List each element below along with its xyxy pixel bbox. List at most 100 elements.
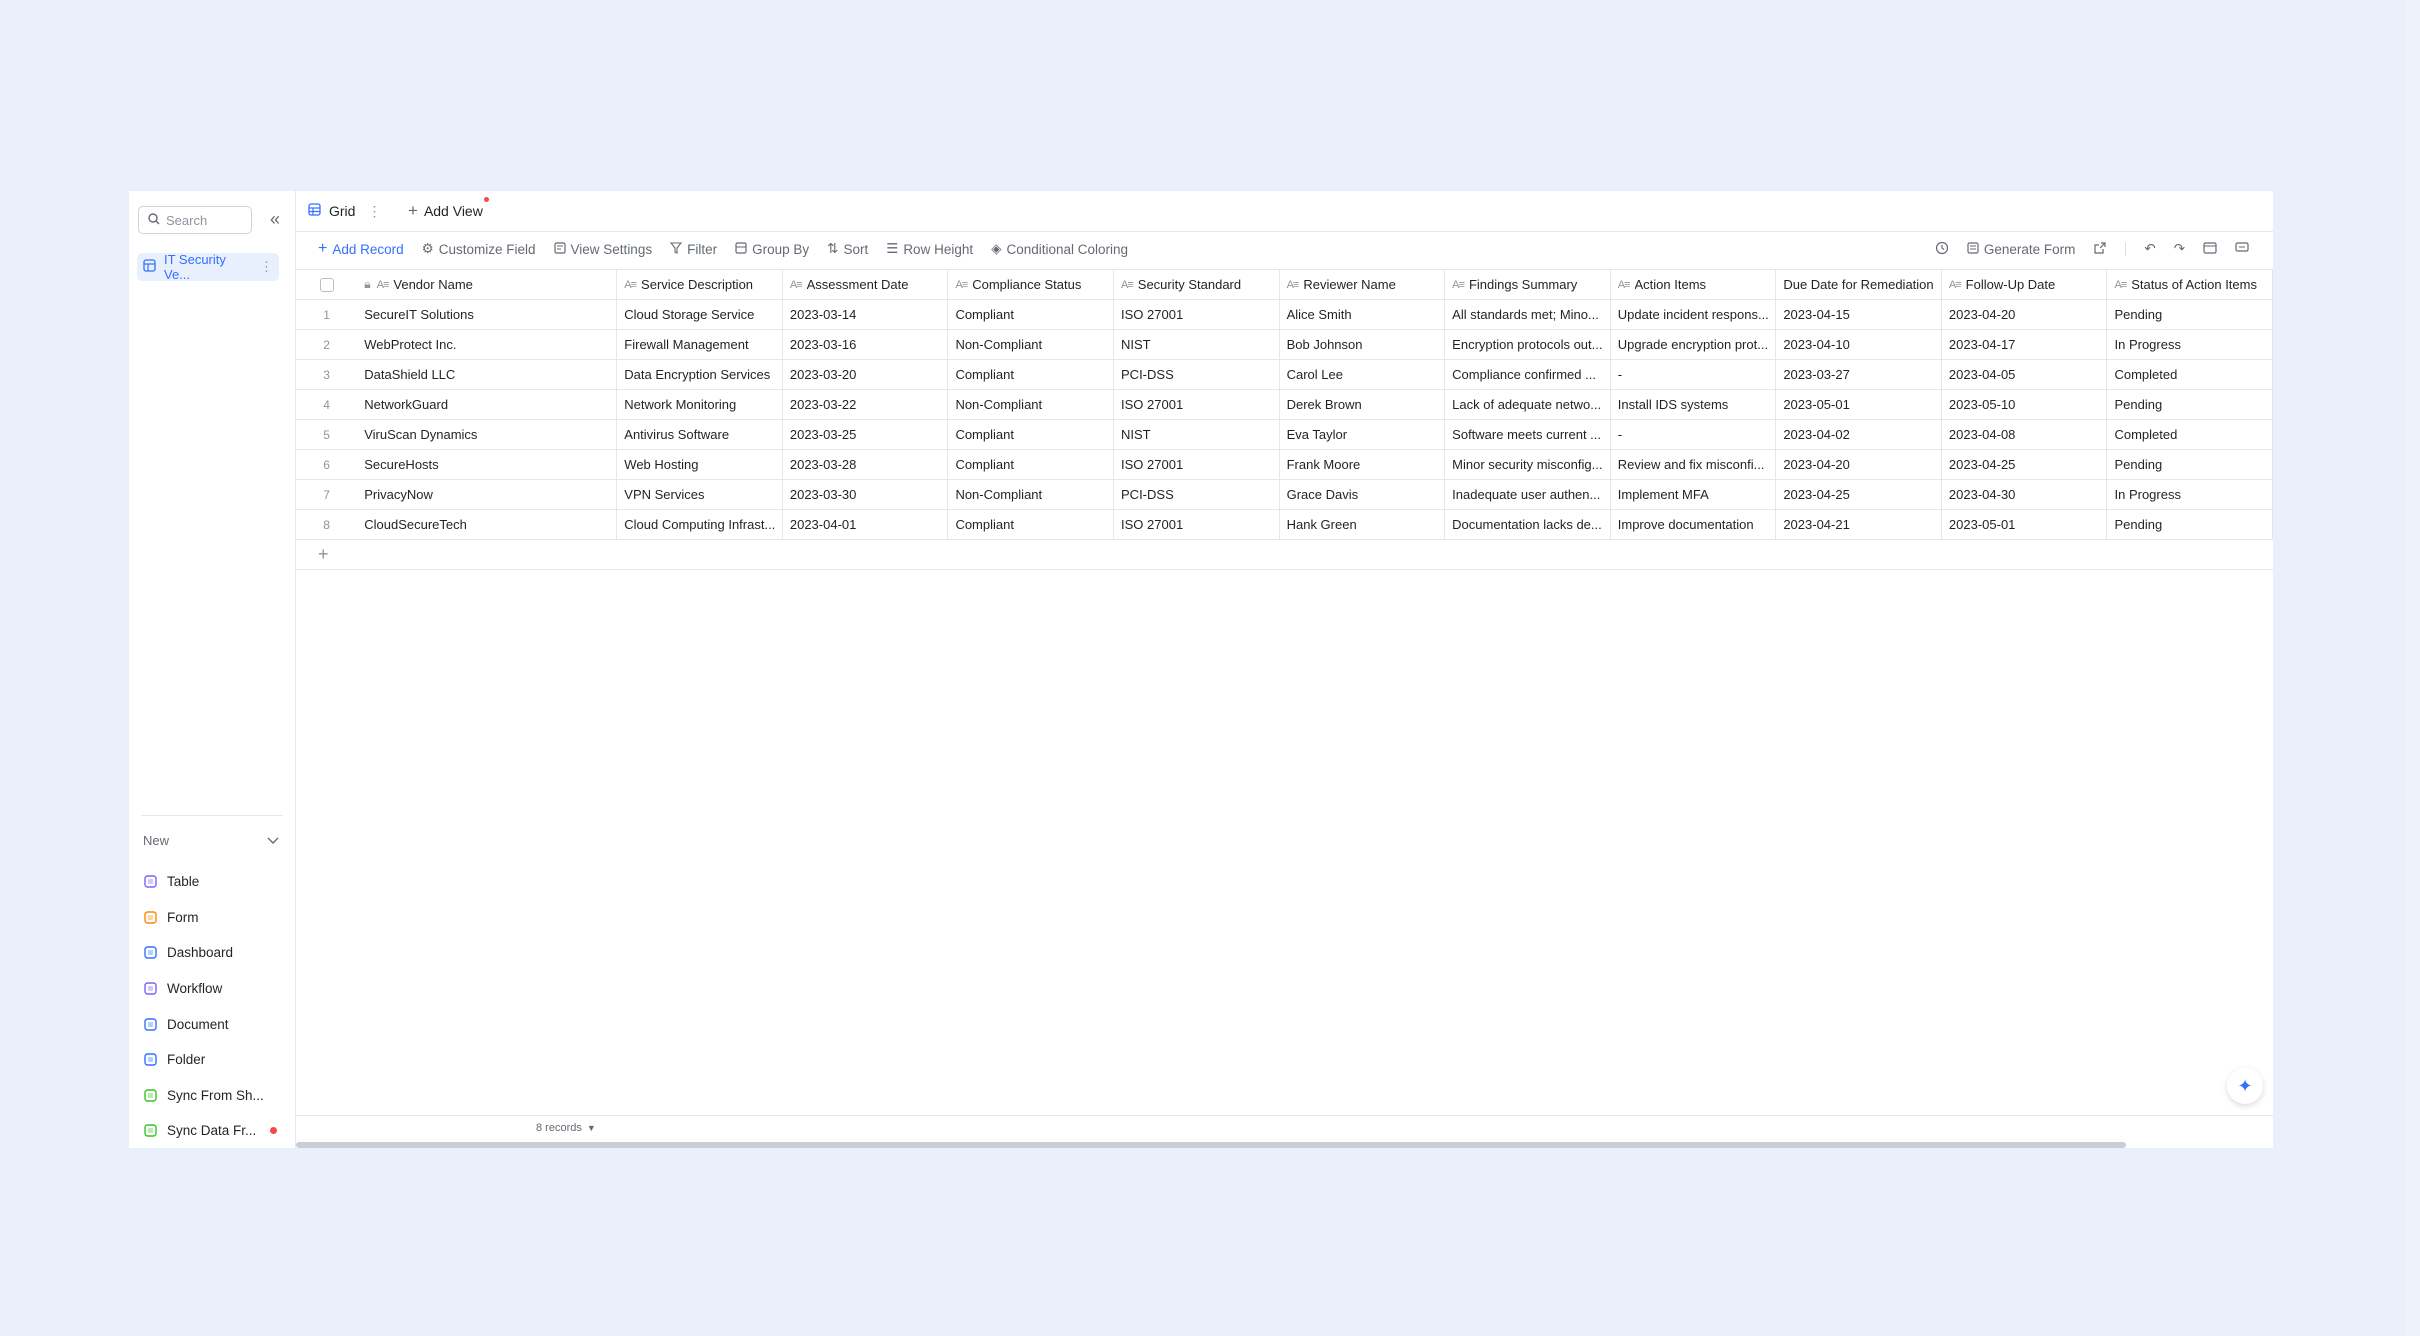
table-cell[interactable]: Completed xyxy=(2107,360,2273,389)
new-item-document[interactable]: Document xyxy=(143,1006,283,1042)
table-cell[interactable]: Non-Compliant xyxy=(948,390,1115,419)
table-cell[interactable]: 2023-04-10 xyxy=(1776,330,1942,359)
column-header[interactable]: A≡ Compliance Status xyxy=(948,270,1115,299)
table-cell[interactable]: Frank Moore xyxy=(1280,450,1446,479)
table-cell[interactable]: 2023-03-27 xyxy=(1776,360,1942,389)
column-header[interactable]: A≡ Security Standard xyxy=(1114,270,1280,299)
column-header[interactable]: Due Date for Remediation xyxy=(1776,270,1942,299)
table-cell[interactable]: SecureIT Solutions xyxy=(357,300,618,329)
column-header[interactable]: A≡ Status of Action Items xyxy=(2107,270,2273,299)
table-row[interactable]: 7 PrivacyNow VPN Services 2023-03-30 Non-Com… xyxy=(296,480,2273,510)
row-height-button[interactable]: ☰ Row Height xyxy=(886,241,973,257)
select-all-cell[interactable] xyxy=(296,270,357,299)
view-settings-button[interactable]: View Settings xyxy=(553,242,652,257)
table-cell[interactable]: Network Monitoring xyxy=(617,390,783,419)
table-cell[interactable]: In Progress xyxy=(2107,480,2273,509)
table-cell[interactable]: NetworkGuard xyxy=(357,390,618,419)
sidebar-item-it-security-table[interactable]: IT Security Ve... ⋮ xyxy=(137,252,279,282)
table-cell[interactable]: 2023-04-25 xyxy=(1776,480,1942,509)
fields-panel-icon[interactable] xyxy=(2203,241,2217,257)
table-cell[interactable]: ISO 27001 xyxy=(1114,300,1280,329)
table-cell[interactable]: Lack of adequate netwo... xyxy=(1445,390,1611,419)
table-cell[interactable]: Software meets current ... xyxy=(1445,420,1611,449)
ai-assistant-button[interactable]: ✦ xyxy=(2227,1068,2263,1104)
conditional-coloring-button[interactable]: ◈ Conditional Coloring xyxy=(991,241,1128,257)
table-cell[interactable]: Update incident respons... xyxy=(1611,300,1777,329)
table-cell[interactable]: Web Hosting xyxy=(617,450,783,479)
table-cell[interactable]: 2023-03-30 xyxy=(783,480,949,509)
add-row-button[interactable]: + xyxy=(296,540,2273,570)
table-cell[interactable]: ISO 27001 xyxy=(1114,450,1280,479)
table-cell[interactable]: Eva Taylor xyxy=(1280,420,1446,449)
table-cell[interactable]: Pending xyxy=(2107,450,2273,479)
table-cell[interactable]: 2023-04-17 xyxy=(1942,330,2108,359)
table-cell[interactable]: Encryption protocols out... xyxy=(1445,330,1611,359)
table-row[interactable]: 4 NetworkGuard Network Monitoring 2023-03-2… xyxy=(296,390,2273,420)
new-section-toggle[interactable]: New xyxy=(143,828,279,852)
table-cell[interactable]: In Progress xyxy=(2107,330,2273,359)
table-cell[interactable]: SecureHosts xyxy=(357,450,618,479)
table-cell[interactable]: 2023-03-16 xyxy=(783,330,949,359)
table-cell[interactable]: 2023-04-20 xyxy=(1942,300,2108,329)
records-count[interactable]: 8 records ▼ xyxy=(536,1122,596,1134)
generate-form-button[interactable]: Generate Form xyxy=(1967,242,2075,257)
new-item-folder[interactable]: Folder xyxy=(143,1042,283,1078)
column-header[interactable]: A≡ Action Items xyxy=(1611,270,1777,299)
table-cell[interactable]: Documentation lacks de... xyxy=(1445,510,1611,539)
new-item-workflow[interactable]: Workflow xyxy=(143,971,283,1007)
table-cell[interactable]: - xyxy=(1611,360,1777,389)
table-cell[interactable]: 2023-03-20 xyxy=(783,360,949,389)
table-cell[interactable]: Install IDS systems xyxy=(1611,390,1777,419)
table-cell[interactable]: Non-Compliant xyxy=(948,480,1115,509)
table-cell[interactable]: Antivirus Software xyxy=(617,420,783,449)
table-cell[interactable]: 2023-03-14 xyxy=(783,300,949,329)
search-input[interactable]: Search xyxy=(138,206,252,234)
table-cell[interactable]: ISO 27001 xyxy=(1114,390,1280,419)
table-cell[interactable]: ISO 27001 xyxy=(1114,510,1280,539)
table-cell[interactable]: CloudSecureTech xyxy=(357,510,618,539)
comment-icon[interactable] xyxy=(2235,241,2249,257)
table-cell[interactable]: 2023-05-01 xyxy=(1942,510,2108,539)
column-header[interactable]: A≡ Service Description xyxy=(617,270,783,299)
table-cell[interactable]: DataShield LLC xyxy=(357,360,618,389)
table-cell[interactable]: Data Encryption Services xyxy=(617,360,783,389)
new-item-dashboard[interactable]: Dashboard xyxy=(143,935,283,971)
table-row[interactable]: 5 ViruScan Dynamics Antivirus Software 2023… xyxy=(296,420,2273,450)
new-item-sync-from-sh[interactable]: Sync From Sh... xyxy=(143,1078,283,1114)
table-cell[interactable]: Pending xyxy=(2107,510,2273,539)
table-cell[interactable]: Alice Smith xyxy=(1280,300,1446,329)
table-cell[interactable]: PrivacyNow xyxy=(357,480,618,509)
table-cell[interactable]: Compliant xyxy=(948,510,1115,539)
new-item-table[interactable]: Table xyxy=(143,864,283,900)
table-cell[interactable]: Minor security misconfig... xyxy=(1445,450,1611,479)
customize-field-button[interactable]: ⚙ Customize Field xyxy=(422,241,536,257)
table-row[interactable]: 6 SecureHosts Web Hosting 2023-03-28 Complia… xyxy=(296,450,2273,480)
table-cell[interactable]: 2023-04-08 xyxy=(1942,420,2108,449)
table-cell[interactable]: Completed xyxy=(2107,420,2273,449)
table-cell[interactable]: Carol Lee xyxy=(1280,360,1446,389)
table-cell[interactable]: Cloud Computing Infrast... xyxy=(617,510,783,539)
table-cell[interactable]: 2023-04-02 xyxy=(1776,420,1942,449)
new-item-form[interactable]: Form xyxy=(143,900,283,936)
table-cell[interactable]: Pending xyxy=(2107,390,2273,419)
table-cell[interactable]: NIST xyxy=(1114,420,1280,449)
table-cell[interactable]: Implement MFA xyxy=(1611,480,1777,509)
table-cell[interactable]: Review and fix misconfi... xyxy=(1611,450,1777,479)
table-cell[interactable]: 2023-04-30 xyxy=(1942,480,2108,509)
table-row[interactable]: 8 CloudSecureTech Cloud Computing Infrast.… xyxy=(296,510,2273,540)
table-cell[interactable]: 2023-04-15 xyxy=(1776,300,1942,329)
table-cell[interactable]: Improve documentation xyxy=(1611,510,1777,539)
table-cell[interactable]: Derek Brown xyxy=(1280,390,1446,419)
share-icon[interactable] xyxy=(2093,241,2107,258)
redo-icon[interactable]: ↷ xyxy=(2174,241,2185,257)
table-cell[interactable]: 2023-04-20 xyxy=(1776,450,1942,479)
column-header[interactable]: A≡ Follow-Up Date xyxy=(1942,270,2108,299)
table-row[interactable]: 1 SecureIT Solutions Cloud Storage Service… xyxy=(296,300,2273,330)
tab-grid[interactable]: Grid ⋮ xyxy=(308,191,398,231)
more-options-icon[interactable]: ⋮ xyxy=(260,259,273,275)
table-cell[interactable]: 2023-05-10 xyxy=(1942,390,2108,419)
table-cell[interactable]: - xyxy=(1611,420,1777,449)
table-cell[interactable]: ViruScan Dynamics xyxy=(357,420,618,449)
table-cell[interactable]: Firewall Management xyxy=(617,330,783,359)
column-header[interactable]: A≡ Assessment Date xyxy=(783,270,949,299)
